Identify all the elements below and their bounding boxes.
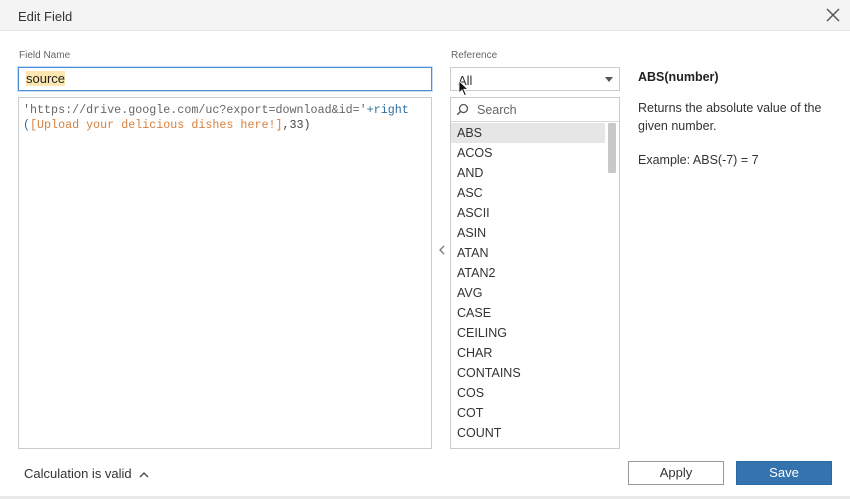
dialog-titlebar: Edit Field xyxy=(0,0,850,31)
reference-label: Reference xyxy=(451,50,498,61)
function-item-ceiling[interactable]: CEILING xyxy=(451,323,605,343)
function-item-case[interactable]: CASE xyxy=(451,303,605,323)
help-description: Returns the absolute value of the given … xyxy=(638,101,822,133)
function-list: ABS ACOS AND ASC ASCII ASIN ATAN ATAN2 AVG CASE CE… xyxy=(451,123,605,443)
function-item-and[interactable]: AND xyxy=(451,163,605,183)
editor-token-plain: ,33) xyxy=(282,118,311,132)
field-name-value: source xyxy=(26,71,66,86)
caret-down-icon xyxy=(605,77,613,82)
save-button[interactable]: Save xyxy=(736,461,832,485)
reference-category-value: All xyxy=(458,73,473,88)
function-item-atan2[interactable]: ATAN2 xyxy=(451,263,605,283)
calculation-status-text: Calculation is valid xyxy=(24,466,132,481)
function-item-ascii[interactable]: ASCII xyxy=(451,203,605,223)
function-item-avg[interactable]: AVG xyxy=(451,283,605,303)
editor-token-str: 'https://drive.google.com/uc?export=down… xyxy=(23,103,367,117)
function-item-cos[interactable]: COS xyxy=(451,383,605,403)
editor-token-field: [Upload your delicious dishes here!] xyxy=(30,118,283,132)
dialog-title: Edit Field xyxy=(18,9,73,24)
function-search xyxy=(451,98,619,122)
function-item-atan[interactable]: ATAN xyxy=(451,243,605,263)
function-item-asin[interactable]: ASIN xyxy=(451,223,605,243)
field-name-input[interactable]: source xyxy=(18,67,432,91)
function-list-scrollbar[interactable] xyxy=(608,123,616,173)
help-example: Example: ABS(-7) = 7 xyxy=(638,153,759,167)
function-item-char[interactable]: CHAR xyxy=(451,343,605,363)
function-item-abs[interactable]: ABS xyxy=(451,123,605,143)
close-icon[interactable] xyxy=(824,6,842,24)
apply-button[interactable]: Apply xyxy=(628,461,724,485)
function-item-cot[interactable]: COT xyxy=(451,403,605,423)
calculation-status-toggle[interactable]: Calculation is valid xyxy=(24,466,149,481)
function-item-acos[interactable]: ACOS xyxy=(451,143,605,163)
chevron-up-icon xyxy=(139,471,149,478)
calculation-editor[interactable]: 'https://drive.google.com/uc?export=down… xyxy=(18,97,432,449)
function-item-contains[interactable]: CONTAINS xyxy=(451,363,605,383)
field-name-label: Field Name xyxy=(19,50,71,61)
help-title: ABS(number) xyxy=(638,70,719,84)
function-item-count[interactable]: COUNT xyxy=(451,423,605,443)
function-item-asc[interactable]: ASC xyxy=(451,183,605,203)
search-icon xyxy=(456,103,469,116)
function-search-input[interactable] xyxy=(477,102,615,118)
function-reference-panel: ABSACOSANDASCASCIIASINATANATAN2AVGCASECE… xyxy=(450,97,620,449)
reference-category-select[interactable]: All xyxy=(450,67,620,91)
chevron-left-icon[interactable] xyxy=(436,243,448,257)
